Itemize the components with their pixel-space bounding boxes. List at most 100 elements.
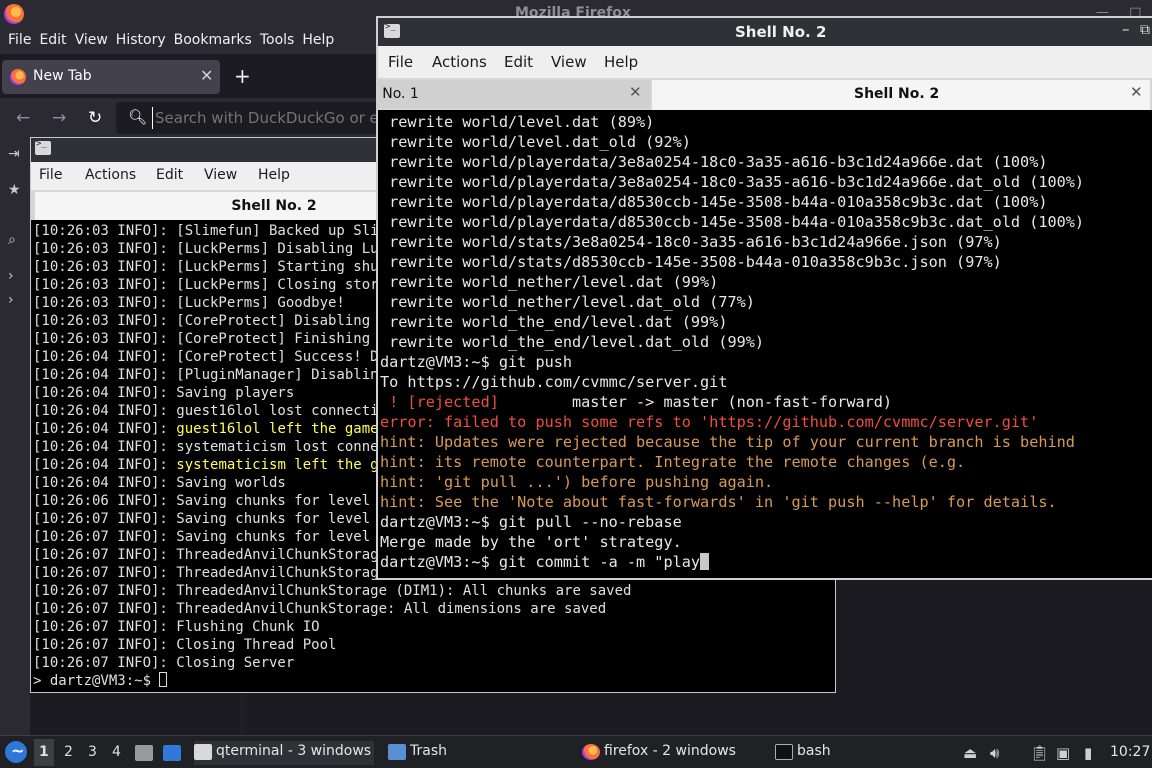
command-input[interactable]: dartz@VM3:~$ git commit -a -m "play: [380, 553, 700, 571]
line-text: [10:26:04 INFO]: guest16lol lost connect…: [33, 403, 396, 419]
task-qterminal[interactable]: qterminal - 3 windows: [194, 741, 374, 765]
firefox-sidebar: ⇥ ★ ⌕ › ›: [0, 140, 30, 735]
task-label: Trash: [410, 743, 447, 759]
eject-icon[interactable]: ⏏: [963, 744, 977, 762]
line-text: [10:26:04 INFO]: Saving worlds: [33, 475, 286, 491]
terminal-app-icon: [384, 22, 400, 38]
line-text: [10:26:03 INFO]: [LuckPerms] Disabling L…: [33, 241, 396, 257]
menu-help[interactable]: Help: [294, 28, 334, 54]
terminal-prompt-line[interactable]: dartz@VM3:~$ git commit -a -m "play: [380, 552, 1152, 572]
line-text: To https://github.com/cvmmc/server.git: [380, 373, 728, 391]
task-label: firefox - 2 windows: [604, 743, 736, 759]
volume-icon[interactable]: 🔊︎: [990, 744, 999, 762]
menu-edit[interactable]: Edit: [504, 53, 533, 71]
firefox-icon: [582, 744, 600, 760]
battery-icon[interactable]: ▮: [1084, 744, 1092, 762]
menu-help[interactable]: Help: [258, 167, 290, 183]
menu-file[interactable]: File: [0, 28, 31, 54]
line-text: hint: See the 'Note about fast-forwards'…: [380, 493, 1057, 511]
workspace-4[interactable]: 4: [112, 744, 121, 760]
line-text: [10:26:07 INFO]: ThreadedAnvilChunkStora…: [33, 583, 632, 599]
terminal-line: dartz@VM3:~$ git pull --no-rebase: [380, 512, 1152, 532]
line-text: [10:26:07 INFO]: Saving chunks for level…: [33, 529, 396, 545]
menu-history[interactable]: History: [108, 28, 166, 54]
sign-in-icon[interactable]: ⇥: [8, 146, 20, 162]
maximize-icon[interactable]: ⧉: [1140, 22, 1150, 38]
menu-tools[interactable]: Tools: [252, 28, 295, 54]
menu-view[interactable]: View: [204, 167, 237, 183]
menu-help[interactable]: Help: [604, 53, 638, 71]
menu-actions[interactable]: Actions: [85, 167, 136, 183]
menu-file[interactable]: File: [388, 53, 413, 71]
line-text: [10:26:07 INFO]: ThreadedAnvilChunkStora…: [33, 565, 388, 581]
task-firefox[interactable]: firefox - 2 windows: [582, 741, 742, 765]
back-arrow-icon[interactable]: ←: [16, 108, 30, 128]
terminal-line: hint: its remote counterpart. Integrate …: [380, 452, 1152, 472]
menu-bookmarks[interactable]: Bookmarks: [166, 28, 252, 54]
app-menu-icon[interactable]: [5, 741, 27, 763]
terminal-line: [10:26:07 INFO]: Closing Server: [33, 654, 833, 672]
terminal-titlebar[interactable]: Shell No. 2 – ⧉: [378, 18, 1152, 46]
terminal-line: rewrite world/playerdata/d8530ccb-145e-3…: [380, 192, 1152, 212]
terminal-line: [10:26:07 INFO]: Closing Thread Pool: [33, 636, 833, 654]
search-icon[interactable]: ⌕: [8, 232, 16, 248]
terminal-line: rewrite world/playerdata/d8530ccb-145e-3…: [380, 212, 1152, 232]
terminal-line: hint: Updates were rejected because the …: [380, 432, 1152, 452]
terminal-line: rewrite world_the_end/level.dat_old (99%…: [380, 332, 1152, 352]
terminal-prompt-line[interactable]: > dartz@VM3:~$: [33, 672, 833, 690]
line-text: rewrite world/level.dat (89%): [380, 113, 655, 131]
terminal-line: To https://github.com/cvmmc/server.git: [380, 372, 1152, 392]
task-trash[interactable]: Trash: [388, 741, 468, 765]
expand-icon[interactable]: ›: [8, 268, 14, 284]
menu-edit[interactable]: Edit: [156, 167, 183, 183]
minimize-icon[interactable]: –: [1122, 20, 1130, 38]
menu-view[interactable]: View: [67, 28, 108, 54]
line-text: rewrite world/stats/3e8a0254-18c0-3a35-a…: [380, 233, 1002, 251]
line-text: systematicism left the gam: [176, 457, 396, 473]
terminal-window-front[interactable]: Shell No. 2 – ⧉ File Actions Edit View H…: [376, 16, 1152, 580]
tab-shell-2[interactable]: Shell No. 2 ✕: [652, 80, 1150, 110]
tab-label: Shell No. 2: [854, 86, 940, 102]
line-text: hint: its remote counterpart. Integrate …: [380, 453, 966, 471]
network-icon[interactable]: ▣: [1056, 744, 1070, 762]
tab-shell-1[interactable]: ll No. 1 ✕: [378, 80, 650, 108]
menu-file[interactable]: File: [39, 167, 62, 183]
desktop-launcher-icon[interactable]: [163, 745, 181, 761]
expand-icon[interactable]: ›: [8, 292, 14, 308]
firefox-navbar: ← → ↻ 🔍︎: [0, 98, 386, 140]
close-tab-icon[interactable]: ✕: [200, 66, 213, 85]
tab-new-tab[interactable]: New Tab ✕: [2, 60, 220, 94]
url-bar[interactable]: 🔍︎: [116, 102, 386, 134]
new-tab-button[interactable]: +: [234, 64, 251, 88]
workspace-1[interactable]: 1: [34, 739, 54, 766]
menu-edit[interactable]: Edit: [31, 28, 66, 54]
workspace-2[interactable]: 2: [64, 744, 73, 760]
terminal-line: rewrite world/playerdata/3e8a0254-18c0-3…: [380, 172, 1152, 192]
prompt: > dartz@VM3:~$: [33, 673, 160, 689]
clock[interactable]: 10:27: [1110, 744, 1150, 760]
taskbar: 1 2 3 4 qterminal - 3 windows Trash fire…: [0, 735, 1152, 768]
reload-icon[interactable]: ↻: [88, 108, 102, 128]
terminal-line: rewrite world/stats/d8530ccb-145e-3508-b…: [380, 252, 1152, 272]
close-tab-icon[interactable]: ✕: [1130, 83, 1143, 101]
terminal-line: rewrite world/level.dat (89%): [380, 112, 1152, 132]
task-bash[interactable]: bash: [775, 741, 835, 765]
terminal-line: hint: See the 'Note about fast-forwards'…: [380, 492, 1152, 512]
line-text: [10:26:03 INFO]: [LuckPerms] Starting sh…: [33, 259, 396, 275]
workspace-3[interactable]: 3: [88, 744, 97, 760]
terminal-output[interactable]: rewrite world/level.dat (89%) rewrite wo…: [380, 112, 1152, 578]
terminal-icon: [194, 744, 212, 760]
file-manager-launcher-icon[interactable]: [135, 745, 153, 761]
star-icon[interactable]: ★: [8, 182, 21, 198]
url-input[interactable]: [152, 107, 382, 129]
clipboard-icon[interactable]: 📋︎: [1030, 744, 1049, 762]
line-text: error: failed to push some refs to 'http…: [380, 413, 1039, 431]
forward-arrow-icon[interactable]: →: [52, 108, 66, 128]
terminal-line: rewrite world_the_end/level.dat (99%): [380, 312, 1152, 332]
menu-actions[interactable]: Actions: [432, 53, 487, 71]
terminal-line: [10:26:07 INFO]: Flushing Chunk IO: [33, 618, 833, 636]
terminal-line: rewrite world/level.dat_old (92%): [380, 132, 1152, 152]
menu-view[interactable]: View: [551, 53, 587, 71]
terminal-line: [10:26:07 INFO]: ThreadedAnvilChunkStora…: [33, 582, 833, 600]
close-tab-icon[interactable]: ✕: [629, 83, 642, 101]
